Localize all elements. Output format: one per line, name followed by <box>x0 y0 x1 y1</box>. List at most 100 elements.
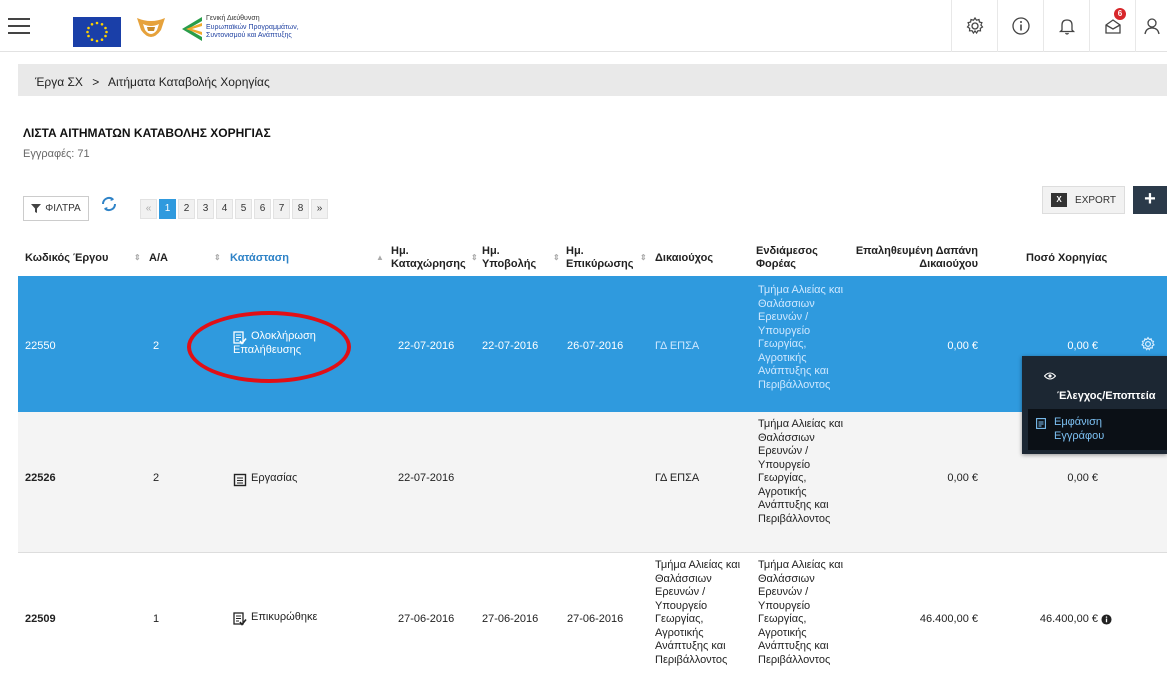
export-label: EXPORT <box>1075 194 1116 206</box>
cell-submission: 22-07-2016 <box>482 340 539 352</box>
cell-intermediate: Τμήμα Αλιείας και Θαλάσσιων Ερευνών / Υπουρ… <box>758 559 844 666</box>
cell-beneficiary[interactable]: ΓΔ ΕΠΣΑ <box>655 340 699 354</box>
status-line1: Επικυρώθηκε <box>251 611 318 623</box>
pagination-page[interactable]: 1 <box>159 199 176 219</box>
bell-icon[interactable] <box>1043 0 1089 52</box>
pagination: « 1 2 3 4 5 6 7 8 » <box>140 199 328 219</box>
records-count: Εγγραφές: 71 <box>23 148 90 160</box>
col-header-aa[interactable]: Α/Α <box>149 240 168 276</box>
cell-validation: 27-06-2016 <box>567 613 624 625</box>
sort-icon: ⇕ <box>553 253 560 262</box>
cell-registration: 27-06-2016 <box>398 613 455 625</box>
notification-badge: 6 <box>1114 8 1126 20</box>
table-header: Κωδικός Έργου ⇕ Α/Α ⇕ Κατάσταση ▲ Ημ. Κατ… <box>18 240 1167 276</box>
col-header-validation[interactable]: Ημ. Επικύρωσης <box>566 240 633 276</box>
breadcrumb-separator: > <box>92 75 100 89</box>
cell-amount: 0,00 € <box>1067 340 1098 352</box>
pagination-next[interactable]: » <box>311 199 328 219</box>
excel-icon: X <box>1051 193 1068 207</box>
menu-item-show-document-line2: Εγγράφου <box>1054 430 1105 442</box>
cell-aa: 1 <box>153 613 160 625</box>
sort-icon: ⇕ <box>640 253 647 262</box>
cell-code: 22509 <box>25 613 56 625</box>
info-circle-icon[interactable] <box>1101 614 1112 630</box>
document-check-icon <box>233 612 247 626</box>
page-title: ΛΙΣΤΑ ΑΙΤΗΜΑΤΩΝ ΚΑΤΑΒΟΛΗΣ ΧΟΡΗΓΙΑΣ <box>23 126 271 140</box>
cell-submission: 27-06-2016 <box>482 613 539 625</box>
filter-button[interactable]: ΦΙΛΤΡΑ <box>23 196 89 221</box>
sort-asc-icon: ▲ <box>376 253 384 262</box>
pagination-page[interactable]: 2 <box>178 199 195 219</box>
breadcrumb: Έργα ΣΧ > Αιτήματα Καταβολής Χορηγίας <box>18 64 1167 96</box>
menu-icon[interactable] <box>8 18 30 34</box>
table-row[interactable]: 22526 2 Εργασίας 22-07-2016 ΓΔ ΕΠΣΑ Τμήμ… <box>18 412 1167 552</box>
row-context-menu: Έλεγχος/Εποπτεία Εμφάνιση Εγγράφου <box>1022 356 1167 454</box>
top-icons: 6 <box>951 0 1167 52</box>
user-icon[interactable] <box>1135 0 1167 52</box>
col-header-amount[interactable]: Ποσό Χορηγίας <box>1026 240 1107 276</box>
pagination-page[interactable]: 3 <box>197 199 214 219</box>
table-row[interactable]: 22509 1 Επικυρώθηκε 27-06-2016 27-06-201… <box>18 553 1167 693</box>
document-icon <box>233 473 247 487</box>
sort-icon: ⇕ <box>134 253 141 262</box>
eye-icon <box>1044 372 1056 380</box>
pagination-page[interactable]: 4 <box>216 199 233 219</box>
col-header-verified[interactable]: Επαληθευμένη Δαπάνη Δικαιούχου <box>838 240 978 276</box>
row-actions-gear-icon[interactable] <box>1140 336 1156 357</box>
cyprus-emblem-logo <box>133 14 169 44</box>
envelope-icon[interactable]: 6 <box>1089 0 1135 52</box>
pagination-prev[interactable]: « <box>140 199 157 219</box>
cell-aa: 2 <box>153 340 160 352</box>
gear-icon[interactable] <box>951 0 997 52</box>
cell-verified: 46.400,00 € <box>919 613 978 625</box>
col-header-code[interactable]: Κωδικός Έργου <box>25 240 108 276</box>
pagination-page[interactable]: 5 <box>235 199 252 219</box>
gov-directorate-logo: Γενική Διεύθυνση Ευρωπαϊκών Προγραμμάτων… <box>180 15 330 43</box>
cell-code: 22550 <box>25 340 56 352</box>
gov-logo-text: Γενική Διεύθυνση Ευρωπαϊκών Προγραμμάτων… <box>206 15 299 41</box>
refresh-icon[interactable] <box>98 193 120 215</box>
menu-item-show-document-line1: Εμφάνιση <box>1054 416 1103 428</box>
gov-logo-line1: Γενική Διεύθυνση <box>206 15 260 22</box>
document-icon <box>1036 418 1046 429</box>
col-header-beneficiary[interactable]: Δικαιούχος <box>655 240 713 276</box>
add-button[interactable]: + <box>1133 186 1167 214</box>
filter-icon <box>31 204 42 213</box>
cell-intermediate[interactable]: Τμήμα Αλιείας και Θαλάσσιων Ερευνών / Υπουρ… <box>758 284 843 392</box>
eu-flag-logo <box>73 17 121 47</box>
sort-icon: ⇕ <box>471 253 478 262</box>
filter-label: ΦΙΛΤΡΑ <box>45 203 81 214</box>
cell-status: Εργασίας <box>233 472 297 487</box>
annotation-circle <box>187 311 351 383</box>
export-button[interactable]: X EXPORT <box>1042 186 1125 214</box>
gov-logo-line2: Ευρωπαϊκών Προγραμμάτων, <box>206 23 299 31</box>
cell-code: 22526 <box>25 472 56 484</box>
breadcrumb-item-projects[interactable]: Έργα ΣΧ <box>35 75 83 89</box>
col-header-intermediate[interactable]: Ενδιάμεσος Φορέας <box>756 240 818 276</box>
top-bar: Γενική Διεύθυνση Ευρωπαϊκών Προγραμμάτων… <box>0 0 1167 52</box>
info-icon[interactable] <box>997 0 1043 52</box>
cell-intermediate: Τμήμα Αλιείας και Θαλάσσιων Ερευνών / Υπουρ… <box>758 418 844 525</box>
cell-registration: 22-07-2016 <box>398 472 455 484</box>
cell-beneficiary: ΓΔ ΕΠΣΑ <box>655 472 700 484</box>
cell-validation: 26-07-2016 <box>567 340 624 352</box>
cell-amount: 46.400,00 € <box>1039 613 1098 625</box>
col-header-submission[interactable]: Ημ. Υποβολής <box>482 240 536 276</box>
status-line1: Εργασίας <box>251 472 298 484</box>
cell-verified: 0,00 € <box>947 340 978 352</box>
pagination-page[interactable]: 7 <box>273 199 290 219</box>
cell-registration: 22-07-2016 <box>398 340 455 352</box>
pagination-page[interactable]: 8 <box>292 199 309 219</box>
sort-icon: ⇕ <box>214 253 221 262</box>
menu-item-inspection[interactable]: Έλεγχος/Εποπτεία <box>1057 390 1156 402</box>
cell-beneficiary: Τμήμα Αλιείας και Θαλάσσιων Ερευνών / Υπουρ… <box>655 559 741 666</box>
cell-amount: 0,00 € <box>1067 472 1098 484</box>
cell-verified: 0,00 € <box>947 472 978 484</box>
breadcrumb-item-current: Αιτήματα Καταβολής Χορηγίας <box>107 75 270 89</box>
cell-aa: 2 <box>153 472 160 484</box>
gov-logo-line3: Συντονισμού και Ανάπτυξης <box>206 32 292 39</box>
col-header-registration[interactable]: Ημ. Καταχώρησης <box>391 240 466 276</box>
menu-item-show-document[interactable]: Εμφάνιση Εγγράφου <box>1028 409 1167 450</box>
pagination-page[interactable]: 6 <box>254 199 271 219</box>
col-header-status[interactable]: Κατάσταση <box>230 240 289 276</box>
